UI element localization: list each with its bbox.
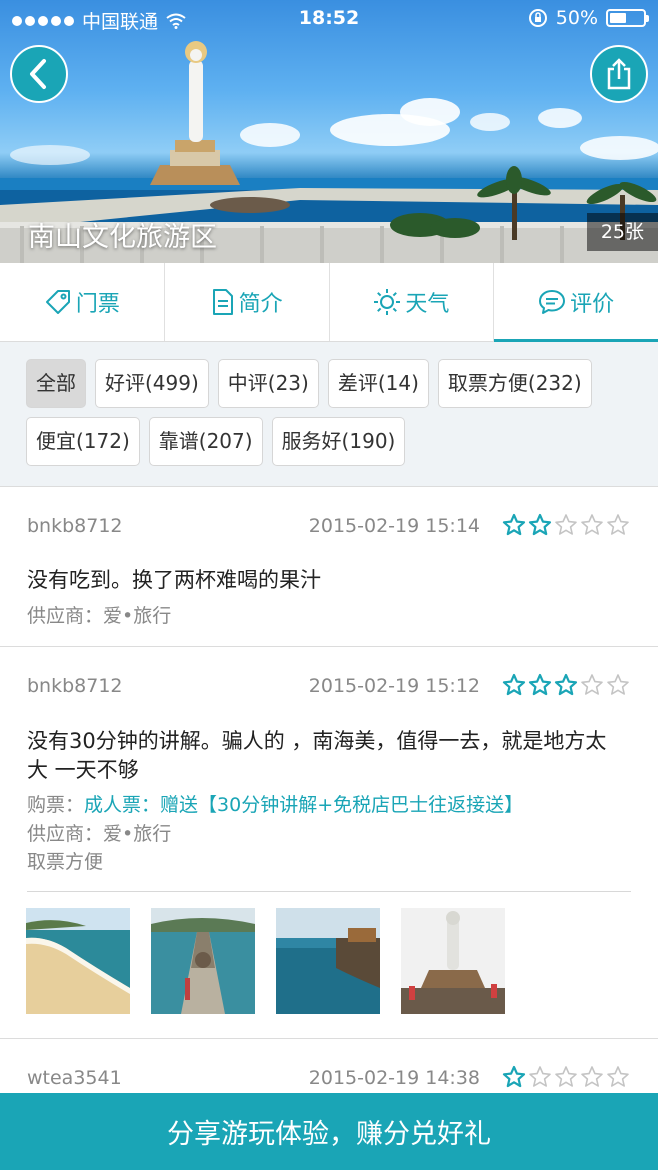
- star-filled-icon: [502, 673, 526, 696]
- tab-weather[interactable]: 天气: [330, 263, 495, 341]
- review-date: 2015-02-19 14:38: [308, 1067, 480, 1089]
- battery-level: [610, 13, 626, 23]
- star-rating: [502, 513, 630, 537]
- filter-chip-negative[interactable]: 差评(14): [327, 359, 429, 408]
- tab-intro[interactable]: 简介: [165, 263, 330, 341]
- star-filled-icon: [554, 673, 578, 696]
- tab-tickets[interactable]: 门票: [0, 263, 165, 341]
- filter-chip-positive[interactable]: 好评(499): [95, 359, 209, 408]
- star-filled-icon: [502, 1065, 526, 1088]
- review-supplier: 供应商：爱•旅行: [27, 605, 172, 627]
- tag-icon: [45, 290, 70, 314]
- review-supplier: 供应商：爱•旅行: [27, 823, 172, 845]
- chat-bubble-icon: [539, 290, 566, 314]
- tab-label: 简介: [238, 292, 283, 317]
- filter-chip-neutral[interactable]: 中评(23): [217, 359, 319, 408]
- review-username: wtea3541: [27, 1067, 122, 1089]
- photo-count-badge[interactable]: 25张: [586, 213, 658, 251]
- share-icon: [607, 58, 631, 90]
- review-tag: 取票方便: [27, 851, 104, 873]
- star-empty-icon: [581, 674, 603, 695]
- star-filled-icon: [528, 673, 552, 696]
- review-item: wtea3541 2015-02-19 14:38: [0, 1039, 658, 1099]
- review-ticket: 购票：成人票：赠送【30分钟讲解+免税店巴士往返接送】: [27, 791, 523, 819]
- star-empty-icon: [555, 1066, 577, 1087]
- review-username: bnkb8712: [27, 675, 123, 697]
- review-photo-pier[interactable]: [151, 908, 255, 1014]
- review-date: 2015-02-19 15:12: [308, 675, 480, 697]
- tab-label: 天气: [405, 292, 450, 317]
- share-experience-button[interactable]: 分享游玩体验，赚分兑好礼: [0, 1093, 658, 1170]
- review-photo-statue[interactable]: [401, 908, 505, 1014]
- review-item: bnkb8712 2015-02-19 15:14 没有吃到。换了两杯难喝的果汁…: [0, 487, 658, 647]
- filter-chip-all[interactable]: 全部: [26, 359, 86, 408]
- star-filled-icon: [528, 513, 552, 536]
- review-filter-panel: 全部 好评(499) 中评(23) 差评(14) 取票方便(232) 便宜(17…: [0, 342, 658, 487]
- ticket-value: 成人票：赠送【30分钟讲解+免税店巴士往返接送】: [84, 794, 524, 816]
- star-filled-icon: [502, 513, 526, 536]
- ticket-label: 购票：: [27, 794, 85, 816]
- star-empty-icon: [581, 1066, 603, 1087]
- detail-tabs: 门票 简介 天气 评价: [0, 263, 658, 342]
- hero-banner[interactable]: 中国联通 18:52 50% 南山文化旅游区 25张: [0, 0, 658, 263]
- battery-icon: [606, 9, 649, 27]
- sun-icon: [374, 289, 401, 315]
- chevron-left-icon: [30, 59, 46, 89]
- filter-chip-good-service[interactable]: 服务好(190): [271, 417, 406, 466]
- star-empty-icon: [607, 1066, 629, 1087]
- star-rating: [502, 673, 630, 697]
- review-text: 没有吃到。换了两杯难喝的果汁: [27, 568, 321, 592]
- scenic-spot-title: 南山文化旅游区: [28, 222, 217, 253]
- star-empty-icon: [555, 514, 577, 535]
- back-button[interactable]: [10, 45, 68, 103]
- status-bar: 中国联通 18:52 50%: [0, 0, 658, 40]
- review-username: bnkb8712: [27, 515, 123, 537]
- star-empty-icon: [581, 514, 603, 535]
- review-photos: [26, 908, 505, 1014]
- review-date: 2015-02-19 15:14: [308, 515, 480, 537]
- document-icon: [212, 289, 233, 315]
- share-button[interactable]: [590, 45, 648, 103]
- tab-label: 门票: [75, 292, 120, 317]
- filter-chip-reliable[interactable]: 靠谱(207): [148, 417, 263, 466]
- review-text: 没有30分钟的讲解。骗人的 ，南海美，值得一去，就是地方太大 一天不够: [27, 729, 607, 782]
- rotation-lock-icon: [528, 9, 547, 27]
- filter-chip-easy-pickup[interactable]: 取票方便(232): [437, 359, 592, 408]
- review-photo-sea[interactable]: [276, 908, 380, 1014]
- battery-percent: 50%: [555, 7, 598, 29]
- star-empty-icon: [607, 514, 629, 535]
- star-empty-icon: [529, 1066, 551, 1087]
- tab-label: 评价: [570, 292, 615, 317]
- tab-reviews[interactable]: 评价: [494, 263, 658, 342]
- divider: [27, 891, 631, 892]
- review-photo-beach[interactable]: [26, 908, 130, 1014]
- star-rating: [502, 1065, 630, 1089]
- star-empty-icon: [607, 674, 629, 695]
- filter-chip-cheap[interactable]: 便宜(172): [26, 417, 140, 466]
